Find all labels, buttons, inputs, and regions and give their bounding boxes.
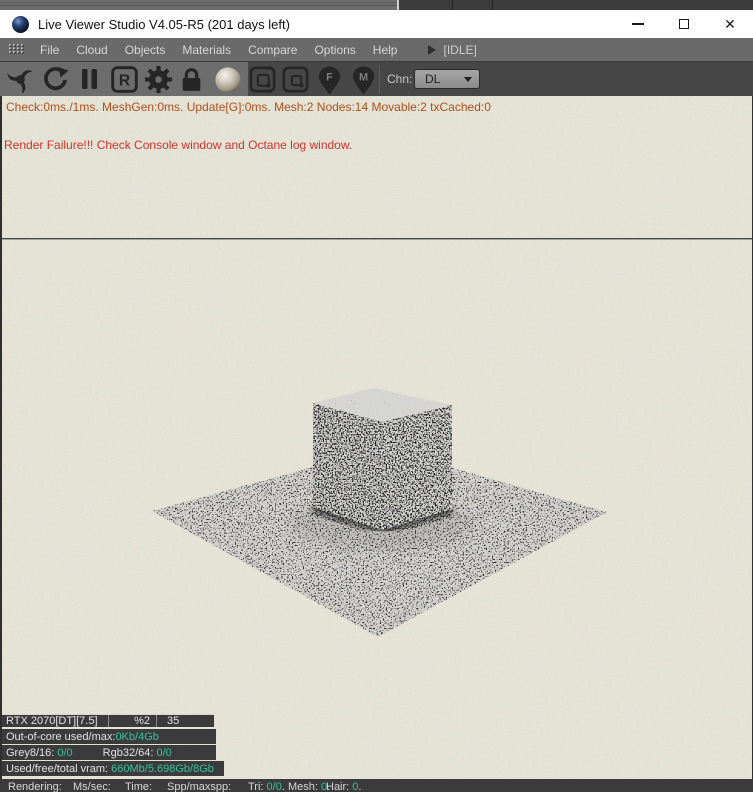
rgb-value: 0/0 xyxy=(156,746,172,759)
render-state-label: [IDLE] xyxy=(443,42,477,57)
close-button[interactable]: ✕ xyxy=(707,10,753,38)
octane-swirl-icon[interactable] xyxy=(7,66,34,93)
out-of-core-row: Out-of-core used/max: 0Kb/4Gb xyxy=(2,729,216,744)
pick-region-icon[interactable] xyxy=(249,66,276,93)
pin-m-label: M xyxy=(359,72,368,84)
menu-help[interactable]: Help xyxy=(373,40,398,60)
texture-usage-row: Grey8/16: 0/0 Rgb32/64: 0/0 xyxy=(2,745,216,760)
vram-row: Used/free/total vram: 660Mb/5.698Gb/8Gb xyxy=(2,761,224,776)
r-label: R xyxy=(119,72,130,89)
hair-stat: Hair: 0. xyxy=(326,781,362,792)
ms-label: Ms/sec: xyxy=(73,781,111,792)
gpu-device-name: RTX 2070[DT][7.5] xyxy=(6,715,98,727)
chevron-down-icon xyxy=(464,76,472,82)
render-viewport[interactable]: Check:0ms./1ms. MeshGen:0ms. Update[G]:0… xyxy=(0,96,753,780)
scene-check-status: Check:0ms./1ms. MeshGen:0ms. Update[G]:0… xyxy=(6,100,491,114)
tri-value: 0/0 xyxy=(266,781,282,792)
render-status-bar: Rendering: Ms/sec: Time: Spp/maxspp: Tri… xyxy=(0,779,753,792)
mesh-stat: Mesh: 0. xyxy=(288,781,331,792)
host-app-strip xyxy=(0,0,753,10)
menu-options[interactable]: Options xyxy=(314,40,355,60)
gpu-stats-panel: RTX 2070[DT][7.5] %2 35 Out-of-core used… xyxy=(2,714,224,777)
gpu-percent: %2 xyxy=(108,715,156,727)
divider xyxy=(492,0,493,10)
rgb-label: Rgb32/64: xyxy=(102,746,157,759)
out-of-core-label: Out-of-core used/max: xyxy=(6,730,116,743)
vram-label: Used/free/total vram: xyxy=(6,762,112,775)
window-border-left xyxy=(0,96,2,780)
close-icon: ✕ xyxy=(724,16,736,32)
octane-logo-icon xyxy=(12,15,29,33)
grey-label: Grey8/16: xyxy=(6,746,58,759)
host-texture xyxy=(0,0,398,10)
lock-icon[interactable] xyxy=(178,66,205,93)
maximize-button[interactable] xyxy=(661,10,707,38)
pause-icon[interactable] xyxy=(81,66,98,92)
gear-icon[interactable] xyxy=(145,66,172,93)
menu-objects[interactable]: Objects xyxy=(125,40,166,60)
menu-file[interactable]: File xyxy=(40,40,59,60)
pin-f-label: F xyxy=(326,72,333,84)
toolbar-separator xyxy=(379,65,380,93)
window-title: Live Viewer Studio V4.05-R5 (201 days le… xyxy=(38,16,290,32)
minimize-button[interactable] xyxy=(615,10,661,38)
tri-stat: Tri: 0/0. xyxy=(248,781,285,792)
divider xyxy=(452,0,453,10)
refresh-icon[interactable] xyxy=(42,66,69,93)
time-label: Time: xyxy=(125,781,153,792)
minimize-icon xyxy=(632,23,644,25)
rendering-label: Rendering: xyxy=(8,781,62,792)
play-icon[interactable] xyxy=(428,44,437,55)
menu-materials[interactable]: Materials xyxy=(182,40,231,60)
menu-compare[interactable]: Compare xyxy=(248,40,297,60)
render-scene xyxy=(0,96,753,780)
gpu-spp-value: 35 xyxy=(156,715,212,727)
toolbar: R F M Chn: DL xyxy=(0,61,753,96)
material-ball-icon[interactable] xyxy=(214,66,242,94)
menu-bar: File Cloud Objects Materials Compare Opt… xyxy=(0,38,753,61)
vram-value: 660Mb/5.698Gb/8Gb xyxy=(111,762,214,775)
channel-value: DL xyxy=(425,72,441,86)
grey-value: 0/0 xyxy=(57,746,73,759)
palette-grip-icon[interactable] xyxy=(8,43,24,56)
menu-cloud[interactable]: Cloud xyxy=(76,40,107,60)
maximize-icon xyxy=(679,19,689,29)
out-of-core-value: 0Kb/4Gb xyxy=(115,730,159,743)
gpu-device-row: RTX 2070[DT][7.5] %2 35 xyxy=(2,714,214,727)
restart-r-icon[interactable]: R xyxy=(111,66,138,93)
channel-dropdown[interactable]: DL xyxy=(414,69,480,89)
title-bar[interactable]: Live Viewer Studio V4.05-R5 (201 days le… xyxy=(0,10,753,38)
pick-region2-icon[interactable] xyxy=(282,66,309,93)
channel-label: Chn: xyxy=(387,72,413,86)
spp-label: Spp/maxspp: xyxy=(167,781,232,792)
pin-m-icon[interactable]: M xyxy=(352,66,375,95)
pin-f-icon[interactable]: F xyxy=(318,66,341,95)
render-failure-message: Render Failure!!! Check Console window a… xyxy=(4,138,353,152)
